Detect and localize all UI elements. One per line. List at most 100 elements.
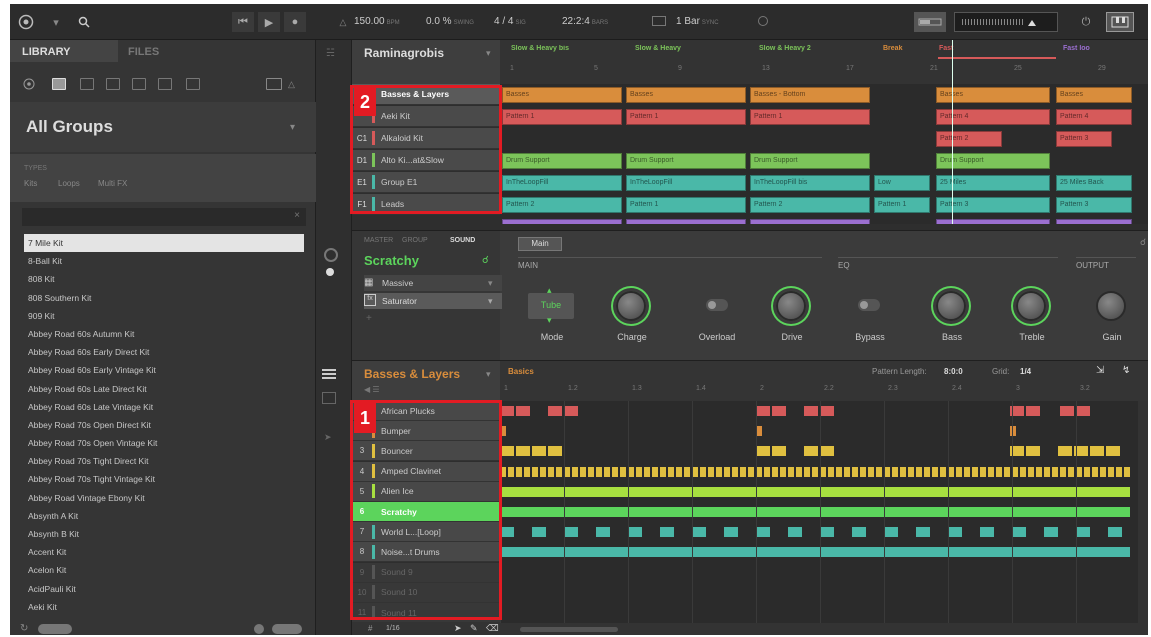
list-item[interactable]: Aeki Kit	[24, 598, 304, 616]
note-event[interactable]	[660, 466, 666, 477]
position-display[interactable]: 22:2:4 BARS	[562, 16, 608, 27]
note-event[interactable]	[820, 527, 834, 538]
note-event[interactable]	[772, 466, 778, 477]
menu-chevron-icon[interactable]: ▾	[46, 12, 66, 32]
note-event[interactable]	[684, 466, 690, 477]
scene-1[interactable]: Slow & Heavy	[634, 45, 752, 56]
note-event[interactable]	[1108, 466, 1114, 477]
chevron-down-icon[interactable]: ▾	[547, 315, 552, 326]
clip[interactable]	[936, 219, 1050, 224]
list-item[interactable]: Absynth A Kit	[24, 507, 304, 525]
note-event[interactable]	[644, 466, 650, 477]
scene-2[interactable]: Slow & Heavy 2	[758, 45, 876, 56]
note-event[interactable]	[500, 406, 514, 416]
plugin-slot-massive[interactable]: ▦ Massive ▾	[364, 275, 502, 291]
note-event[interactable]	[500, 486, 1130, 497]
note-event[interactable]	[1090, 446, 1104, 457]
clip[interactable]: Basses	[1056, 87, 1132, 103]
note-event[interactable]	[1010, 426, 1016, 437]
plugin-slot-saturator[interactable]: fx Saturator ▾	[364, 293, 502, 309]
note-event[interactable]	[1026, 406, 1040, 416]
scene-0[interactable]: Slow & Heavy bis	[510, 45, 628, 56]
note-event[interactable]	[980, 466, 986, 477]
tab-master[interactable]: MASTER	[364, 237, 393, 244]
note-event[interactable]	[596, 466, 602, 477]
note-event[interactable]	[820, 406, 834, 416]
clip[interactable]: Basses	[502, 87, 622, 103]
signature-display[interactable]: 4 / 4 SIG	[494, 16, 526, 27]
tab-library[interactable]: LIBRARY	[22, 46, 70, 58]
note-event[interactable]	[924, 466, 930, 477]
grid-value[interactable]: 1/4	[1020, 367, 1031, 376]
note-event[interactable]	[1036, 466, 1042, 477]
list-item[interactable]: Abbey Road 70s Open Direct Kit	[24, 416, 304, 434]
master-level-meter[interactable]	[954, 12, 1058, 32]
clip[interactable]: InTheLoopFill	[502, 175, 622, 191]
clip[interactable]	[1056, 219, 1132, 224]
note-event[interactable]	[868, 466, 874, 477]
note-event[interactable]	[532, 466, 538, 477]
note-event[interactable]	[1028, 466, 1034, 477]
note-event[interactable]	[588, 466, 594, 477]
note-event[interactable]	[804, 446, 818, 457]
clip[interactable]: InTheLoopFill	[626, 175, 746, 191]
note-event[interactable]	[836, 466, 842, 477]
note-event[interactable]	[636, 466, 642, 477]
note-event[interactable]	[900, 466, 906, 477]
note-event[interactable]	[596, 527, 610, 538]
clip[interactable]: Basses	[626, 87, 746, 103]
edit-icon[interactable]: ➤	[324, 432, 332, 443]
clip[interactable]: 25 Miles	[936, 175, 1050, 191]
horizontal-scrollbar[interactable]	[520, 627, 618, 632]
clip[interactable]: Pattern 1	[626, 197, 746, 213]
loop-filter-icon[interactable]	[158, 78, 172, 90]
power-icon[interactable]: ⏻	[1074, 12, 1098, 32]
note-event[interactable]	[724, 466, 730, 477]
clip[interactable]	[502, 219, 622, 224]
clip[interactable]: Pattern 1	[626, 109, 746, 125]
note-event[interactable]	[892, 466, 898, 477]
note-event[interactable]	[756, 527, 770, 538]
mode-selector[interactable]: ▴ Tube ▾	[528, 285, 574, 325]
clip[interactable]: Pattern 1	[502, 109, 622, 125]
step-size[interactable]: 1/16	[386, 625, 400, 632]
add-plugin-icon[interactable]: +	[366, 313, 372, 324]
project-header[interactable]: Raminagrobis ▾	[352, 40, 500, 84]
gain-knob[interactable]	[1096, 291, 1126, 321]
note-event[interactable]	[1108, 527, 1122, 538]
maschine-logo-icon[interactable]	[16, 12, 36, 32]
group-selector[interactable]: All Groups ▾	[10, 102, 316, 152]
back-icon[interactable]: ◀ ☰	[364, 385, 380, 394]
bypass-switch[interactable]	[858, 299, 880, 311]
note-event[interactable]	[548, 446, 562, 457]
note-event[interactable]	[756, 446, 770, 457]
note-event[interactable]	[628, 527, 642, 538]
note-event[interactable]	[1106, 446, 1120, 457]
note-event[interactable]	[564, 527, 578, 538]
note-event[interactable]	[764, 466, 770, 477]
note-event[interactable]	[788, 527, 802, 538]
refresh-icon[interactable]: ↻	[20, 623, 28, 634]
quantize-display[interactable]: 1 Bar SYNC	[676, 16, 719, 27]
record-button[interactable]: ●	[284, 12, 306, 32]
note-event[interactable]	[548, 406, 562, 416]
sound-filter-icon[interactable]	[80, 78, 94, 90]
note-event[interactable]	[1060, 406, 1074, 416]
note-event[interactable]	[1100, 466, 1106, 477]
note-event[interactable]	[828, 466, 834, 477]
list-item[interactable]: Abbey Road 60s Early Direct Kit	[24, 343, 304, 361]
list-item[interactable]: AcidPauli Kit	[24, 580, 304, 598]
note-event[interactable]	[500, 527, 514, 538]
project-filter-icon[interactable]	[186, 78, 200, 90]
overload-switch[interactable]	[706, 299, 728, 311]
note-event[interactable]	[756, 406, 770, 416]
note-event[interactable]	[1044, 527, 1058, 538]
note-event[interactable]	[708, 466, 714, 477]
note-event[interactable]	[1020, 466, 1026, 477]
note-event[interactable]	[996, 466, 1002, 477]
vertical-scrollbar[interactable]	[1138, 401, 1148, 623]
chevron-up-icon[interactable]: ▴	[547, 285, 552, 296]
group-header[interactable]: Basses & Layers ▾ ◀ ☰	[352, 361, 500, 401]
clip[interactable]: 25 Miles Back	[1056, 175, 1132, 191]
note-event[interactable]	[516, 406, 530, 416]
